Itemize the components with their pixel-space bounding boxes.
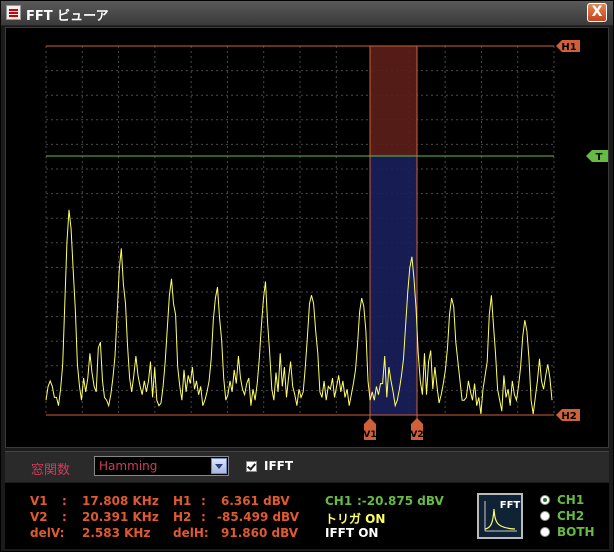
chevron-down-icon[interactable]: [211, 458, 227, 474]
close-button[interactable]: X: [587, 3, 607, 22]
h2-marker-label: H2: [561, 411, 576, 422]
title-bar[interactable]: FFT ビューア X: [1, 1, 613, 26]
fft-button-label: FFT: [500, 500, 521, 511]
v2-marker[interactable]: V2: [410, 418, 424, 440]
v1-marker[interactable]: V1: [363, 418, 377, 440]
v2-sep: :: [62, 510, 67, 524]
spectrum-trace: [45, 209, 553, 415]
v1-value: 17.808 KHz: [82, 494, 159, 508]
fft-scope-display: H1 H2 T V1 V2: [5, 27, 609, 448]
window-function-label: 窓関数: [31, 463, 71, 478]
v1-label: V1: [30, 494, 48, 508]
radio-both-label[interactable]: BOTH: [557, 525, 595, 539]
ifft-status: IFFT ON: [325, 526, 379, 540]
delv-label: delV:: [30, 526, 65, 540]
control-bar: 窓関数 Hamming IFFT: [5, 451, 609, 482]
h2-label: H2: [173, 510, 192, 524]
window-function-value: Hamming: [99, 459, 158, 473]
v2-marker-label: V2: [410, 430, 423, 440]
graph-grid: [45, 45, 555, 416]
measurement-readout: V1 : 17.808 KHz V2 : 20.391 KHz delV: 2.…: [5, 483, 609, 549]
fft-button-icon: FFT: [479, 495, 521, 537]
delh-value: 91.860 dBV: [221, 526, 299, 540]
v2-value: 20.391 KHz: [82, 510, 159, 524]
radio-both[interactable]: [540, 527, 550, 537]
radio-ch1[interactable]: [540, 495, 550, 505]
h1-marker[interactable]: H1: [556, 40, 580, 53]
cursor-band-lower: [370, 156, 417, 415]
ch1-value: :-20.875 dBV: [357, 494, 444, 508]
h1-value: 6.361 dBV: [221, 494, 290, 508]
radio-ch2[interactable]: [540, 511, 550, 521]
v1-sep: :: [62, 494, 67, 508]
delv-value: 2.583 KHz: [82, 526, 151, 540]
ch1-label: CH1: [325, 494, 353, 508]
fft-mode-button[interactable]: FFT: [477, 493, 523, 539]
h2-marker[interactable]: H2: [556, 409, 580, 422]
trigger-status: トリガ ON: [325, 512, 386, 526]
cursor-band-upper: [370, 46, 417, 156]
window-title: FFT ビューア: [26, 9, 109, 24]
ifft-checkbox-label[interactable]: IFFT: [264, 459, 293, 473]
radio-ch2-label[interactable]: CH2: [557, 509, 584, 523]
h2-value: -85.499 dBV: [217, 510, 300, 524]
h1-sep: :: [201, 494, 206, 508]
fft-viewer-window: FFT ビューア X H1 H2 T V1 V2 窓関数 Hamming IFF…: [0, 0, 614, 552]
v2-label: V2: [30, 510, 48, 524]
h1-label: H1: [173, 494, 192, 508]
app-icon: [6, 5, 21, 20]
delh-label: delH:: [173, 526, 209, 540]
spectrum-graph: H1 H2 T V1 V2: [45, 40, 608, 440]
radio-ch1-label[interactable]: CH1: [557, 493, 584, 507]
trigger-marker[interactable]: T: [586, 150, 608, 163]
window-function-select[interactable]: Hamming: [94, 456, 229, 476]
h2-sep: :: [201, 510, 206, 524]
trigger-marker-label: T: [596, 152, 603, 163]
ifft-checkbox[interactable]: [246, 461, 257, 472]
h1-marker-label: H1: [561, 42, 576, 53]
v1-marker-label: V1: [363, 430, 376, 440]
